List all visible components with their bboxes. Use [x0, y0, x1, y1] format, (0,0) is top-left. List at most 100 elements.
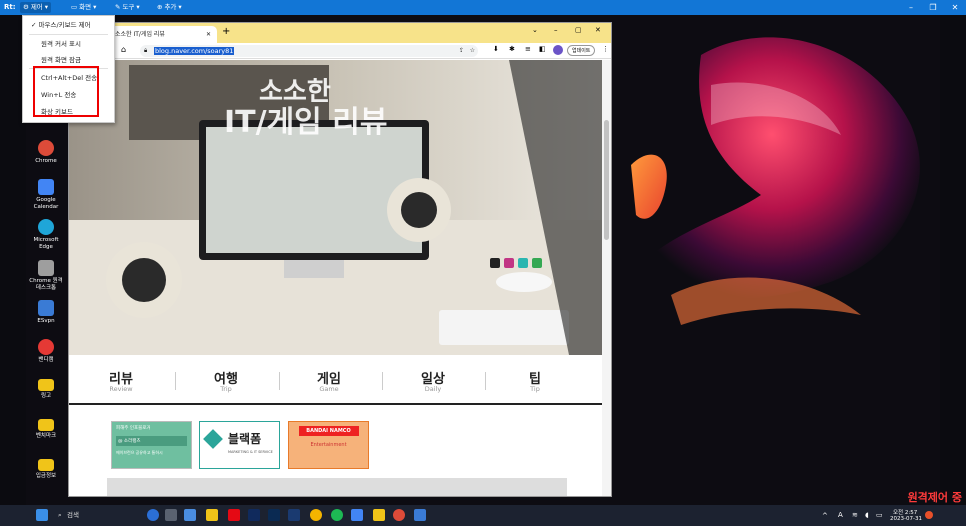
menu-item-mouse-keyboard[interactable]: ✓ 마우스/키보드 제어 [23, 18, 114, 32]
clock-time[interactable]: 오전 2:57 [893, 508, 917, 516]
share-icon[interactable]: ⇪ [459, 45, 464, 57]
monitor-icon: ▭ [71, 3, 78, 11]
desktop-icon-label: 밴디캠 [38, 357, 54, 363]
bandicam-icon [38, 339, 54, 355]
category-underline [69, 403, 604, 405]
reading-list-icon[interactable]: ≡ [525, 45, 531, 53]
desktop-icon-bandicam[interactable]: 밴디캠 [28, 339, 64, 364]
banner-influencer[interactable]: 피해주 인포블로거 @ 소라팽츠 에이브런으 공유하고 통하시 [111, 421, 192, 469]
folder-icon [38, 459, 54, 471]
diamond-logo-icon [203, 429, 223, 449]
category-review-sub: Review [109, 385, 133, 393]
chrome-icon [38, 140, 54, 156]
minimize-icon[interactable]: – [554, 26, 558, 34]
menu-control[interactable]: ⚙ 제어 ▾ [20, 2, 52, 13]
desktop-icon-folder-2[interactable]: 벤치마크 [28, 419, 64, 440]
desktop-icon-label: 벤치마크 [35, 433, 57, 439]
xbox-icon[interactable] [331, 509, 343, 521]
more-menu-icon[interactable]: ⋮ [602, 45, 609, 53]
menu-add-label: 추가 [164, 3, 177, 11]
control-dropdown-menu: ✓ 마우스/키보드 제어 원격 커서 표시 원격 화면 잠금 Ctrl+Alt+… [22, 15, 115, 123]
file-explorer-icon[interactable] [206, 509, 218, 521]
remote-status-label: 원격제어 중 [907, 491, 962, 504]
banner-title: 피해주 인포블로거 [116, 426, 151, 431]
taskbar-search[interactable]: ⌕ 검색 [52, 509, 130, 522]
remote-app-icon[interactable] [414, 509, 426, 521]
post-thumbnail-strip[interactable] [107, 478, 567, 496]
sidepanel-icon[interactable]: ◧ [539, 45, 546, 53]
maximize-icon[interactable]: ▢ [575, 26, 582, 34]
profile-avatar[interactable] [553, 45, 563, 55]
calendar-icon[interactable] [351, 509, 363, 521]
menu-add[interactable]: ⊕ 추가 ▾ [154, 2, 185, 13]
notification-icon[interactable] [925, 511, 933, 519]
menu-screen[interactable]: ▭ 화면 ▾ [68, 2, 99, 13]
banner-bandai-namco[interactable]: BANDAI NAMCO Entertainment [288, 421, 369, 469]
tray-chevron-icon[interactable]: ^ [822, 512, 828, 520]
menu-tools[interactable]: ✎ 도구 ▾ [112, 2, 143, 13]
star-icon[interactable]: ☆ [470, 45, 475, 57]
remote-desktop-icon [38, 260, 54, 276]
menu-item-screen-lock[interactable]: 원격 화면 잠금 [23, 53, 114, 67]
tools-icon: ✎ [115, 3, 121, 11]
highlight-box [33, 66, 99, 117]
close-icon[interactable]: ✕ [595, 26, 601, 34]
volume-icon[interactable]: ◖ [865, 511, 869, 519]
menu-item-remote-cursor[interactable]: 원격 커서 표시 [23, 37, 114, 51]
desktop-icon-label: 링고 [40, 393, 52, 399]
category-game-sub: Game [319, 385, 339, 393]
input-language[interactable]: A [838, 511, 843, 519]
store-icon[interactable] [184, 509, 196, 521]
restore-icon[interactable]: ❐ [926, 2, 940, 13]
close-icon[interactable]: ✕ [948, 2, 962, 13]
desktop-icon-chrome-remote[interactable]: Chrome 원격 데스크톱 [28, 260, 64, 291]
banner-title: BANDAI NAMCO [298, 426, 359, 436]
chrome-icon[interactable] [393, 509, 405, 521]
home-icon[interactable]: ⌂ [121, 45, 126, 54]
remote-logo: Rt: [4, 3, 16, 11]
folder-icon[interactable] [373, 509, 385, 521]
folder-icon [38, 379, 54, 391]
desktop-icon-esvpn[interactable]: ESvpn [28, 300, 64, 325]
desktop-icon-google-calendar[interactable]: Google Calendar [28, 179, 64, 210]
lock-icon: 🔒︎ [144, 47, 148, 54]
update-button[interactable]: 업데이트 [567, 45, 596, 56]
battery-icon[interactable]: ▭ [876, 511, 883, 519]
search-icon: ⌕ [58, 511, 62, 519]
banner-blackform[interactable]: 블랙폼 MARKETING & IT SERVICE [199, 421, 280, 469]
banner-footer: 에이브런으 공유하고 통하시 [116, 450, 163, 455]
control-icon: ⚙ [23, 3, 29, 11]
kakao-icon[interactable] [310, 509, 322, 521]
tab-search-icon[interactable]: ⌄ [532, 26, 538, 34]
new-tab-button[interactable]: + [222, 26, 230, 37]
desktop-icon-folder-1[interactable]: 링고 [28, 379, 64, 400]
netflix-icon[interactable] [228, 509, 240, 521]
wifi-icon[interactable]: ≋ [852, 511, 858, 519]
minimize-icon[interactable]: – [904, 2, 918, 13]
scrollbar-thumb[interactable] [604, 120, 609, 240]
remote-control-bar: Rt: ⚙ 제어 ▾ ▭ 화면 ▾ ✎ 도구 ▾ ⊕ 추가 ▾ – ❐ ✕ [0, 0, 966, 15]
hero-heading-line2: IT/게임 리뷰 [224, 105, 387, 140]
desktop-icon-edge[interactable]: Microsoft Edge [28, 219, 64, 250]
tab-close-icon[interactable]: ✕ [206, 26, 211, 43]
premiere-icon[interactable] [248, 509, 260, 521]
task-view-icon[interactable] [165, 509, 177, 521]
download-icon[interactable]: ⬇ [493, 45, 499, 53]
browser-tab[interactable]: 소소한 IT/게임 리뷰 ✕ [109, 26, 217, 43]
browser-window[interactable]: 소소한 IT/게임 리뷰 ✕ + ⌄ – ▢ ✕ ⌂ 🔒︎ blog.naver… [68, 22, 612, 497]
extensions-icon[interactable]: ✱ [509, 45, 515, 53]
address-bar[interactable]: 🔒︎ blog.naver.com/soary81 ⇪ ☆ [140, 45, 478, 57]
lightroom-icon[interactable] [288, 509, 300, 521]
photoshop-icon[interactable] [268, 509, 280, 521]
banner-subtitle: @ 소라팽츠 [116, 436, 187, 446]
desktop-icon-chrome[interactable]: Chrome [28, 140, 64, 165]
page-scrollbar[interactable] [602, 60, 611, 496]
folder-icon [38, 419, 54, 431]
blog-page[interactable]: 소소한 IT/게임 리뷰 리뷰 Review 여행 Trip 게임 Game 일… [69, 60, 611, 496]
banner-subtitle: MARKETING & IT SERVICE [228, 450, 273, 454]
clock-date[interactable]: 2023-07-31 [890, 516, 922, 522]
copilot-icon[interactable] [147, 509, 159, 521]
menu-item-label: 원격 커서 표시 [41, 40, 82, 48]
desktop-icon-folder-3[interactable]: 입금정보 [28, 459, 64, 480]
windows-start-icon[interactable] [36, 509, 48, 521]
